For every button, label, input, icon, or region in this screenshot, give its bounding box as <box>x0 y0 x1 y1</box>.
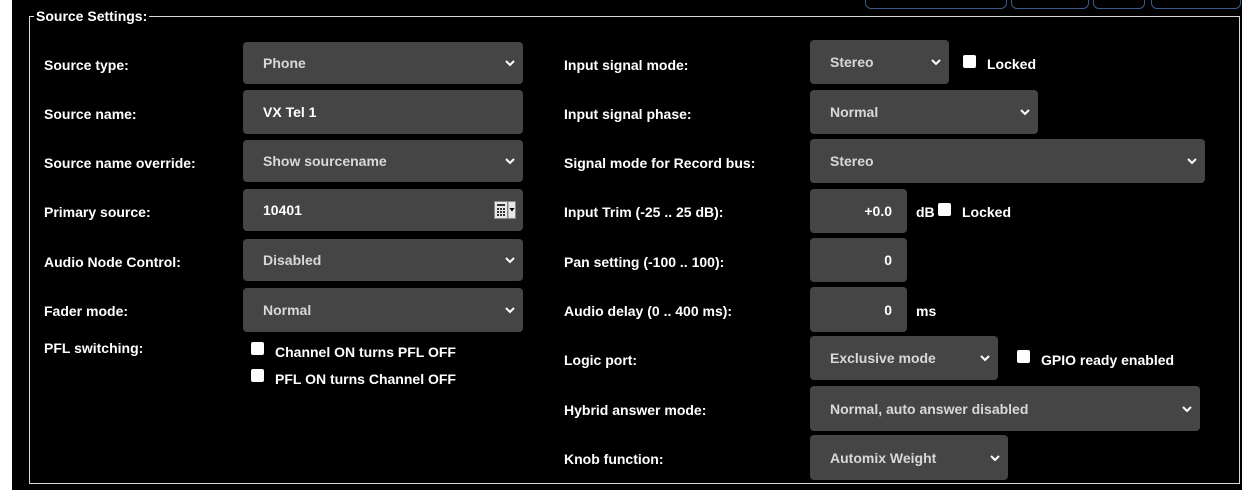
chevron-down-icon <box>931 58 941 66</box>
record-bus-mode-select[interactable]: Stereo <box>810 139 1205 183</box>
primary-source-input[interactable]: 10401 <box>243 189 523 231</box>
audio-delay-input[interactable]: 0 <box>810 287 907 332</box>
source-name-override-value: Show sourcename <box>263 153 387 169</box>
knob-function-label: Knob function: <box>564 451 664 467</box>
chevron-down-icon <box>505 256 515 264</box>
chevron-down-icon <box>505 59 515 67</box>
chevron-down-icon <box>505 157 515 165</box>
pfl-on-turns-channel-off-checkbox[interactable] <box>251 369 264 382</box>
knob-function-select[interactable]: Automix Weight <box>810 435 1008 480</box>
audio-delay-unit: ms <box>916 303 937 319</box>
input-trim-value: +0.0 <box>864 203 892 219</box>
source-settings-title: Source Settings: <box>36 8 148 24</box>
input-signal-mode-select[interactable]: Stereo <box>810 40 949 84</box>
pan-setting-input[interactable]: 0 <box>810 238 907 282</box>
source-type-label: Source type: <box>44 57 129 73</box>
pan-setting-label: Pan setting (-100 .. 100): <box>564 254 725 270</box>
source-name-override-select[interactable]: Show sourcename <box>243 140 523 182</box>
audio-node-control-value: Disabled <box>263 252 322 268</box>
pfl-on-turns-channel-off-label: PFL ON turns Channel OFF <box>275 371 456 387</box>
record-bus-mode-label: Signal mode for Record bus: <box>564 155 756 171</box>
input-signal-phase-select[interactable]: Normal <box>810 90 1038 134</box>
input-trim-locked-label: Locked <box>962 204 1012 220</box>
input-trim-input[interactable]: +0.0 <box>810 189 907 233</box>
source-type-value: Phone <box>263 55 306 71</box>
chevron-down-icon <box>1182 405 1192 413</box>
input-signal-phase-value: Normal <box>830 104 879 120</box>
input-signal-mode-label: Input signal mode: <box>564 57 689 73</box>
logic-port-label: Logic port: <box>564 352 638 368</box>
source-name-input[interactable]: VX Tel 1 <box>243 90 523 134</box>
hybrid-answer-mode-value: Normal, auto answer disabled <box>830 400 1029 417</box>
source-name-value: VX Tel 1 <box>263 104 317 120</box>
audio-delay-value: 0 <box>884 301 892 318</box>
input-trim-label: Input Trim (-25 .. 25 dB): <box>564 204 724 220</box>
chevron-down-icon <box>1020 108 1030 116</box>
audio-node-control-select[interactable]: Disabled <box>243 239 523 281</box>
fader-mode-select[interactable]: Normal <box>243 288 523 332</box>
logic-port-value: Exclusive mode <box>830 350 936 366</box>
knob-function-value: Automix Weight <box>830 449 937 466</box>
source-name-override-label: Source name override: <box>44 155 196 171</box>
input-trim-locked-checkbox[interactable] <box>938 203 951 216</box>
input-signal-mode-locked-checkbox[interactable] <box>963 55 976 68</box>
audio-delay-label: Audio delay (0 .. 400 ms): <box>564 303 733 319</box>
audio-node-control-label: Audio Node Control: <box>44 254 181 270</box>
input-signal-mode-locked-label: Locked <box>987 56 1037 72</box>
chevron-down-icon <box>1187 157 1197 165</box>
channel-on-turns-pfl-off-label: Channel ON turns PFL OFF <box>275 344 456 360</box>
source-settings-panel: Source Settings: Source type: Phone Sour… <box>12 0 1242 490</box>
channel-on-turns-pfl-off-checkbox[interactable] <box>251 342 264 355</box>
chevron-down-icon <box>990 454 1000 462</box>
pan-setting-value: 0 <box>884 252 892 268</box>
chevron-down-icon <box>505 306 515 314</box>
gpio-ready-enabled-checkbox[interactable] <box>1017 350 1030 363</box>
primary-source-value: 10401 <box>263 202 302 218</box>
fader-mode-label: Fader mode: <box>44 303 129 319</box>
source-picker-icon[interactable] <box>494 201 516 219</box>
fader-mode-value: Normal <box>263 302 312 318</box>
input-trim-unit: dB <box>916 204 935 220</box>
input-signal-mode-value: Stereo <box>830 54 874 70</box>
input-signal-phase-label: Input signal phase: <box>564 106 692 122</box>
hybrid-answer-mode-select[interactable]: Normal, auto answer disabled <box>810 386 1200 431</box>
source-name-label: Source name: <box>44 106 137 122</box>
source-type-select[interactable]: Phone <box>243 42 523 84</box>
gpio-ready-enabled-label: GPIO ready enabled <box>1041 352 1175 368</box>
hybrid-answer-mode-label: Hybrid answer mode: <box>564 402 707 418</box>
chevron-down-icon <box>980 354 990 362</box>
record-bus-mode-value: Stereo <box>830 153 874 169</box>
logic-port-select[interactable]: Exclusive mode <box>810 336 998 380</box>
pfl-switching-label: PFL switching: <box>44 340 144 356</box>
primary-source-label: Primary source: <box>44 204 151 220</box>
